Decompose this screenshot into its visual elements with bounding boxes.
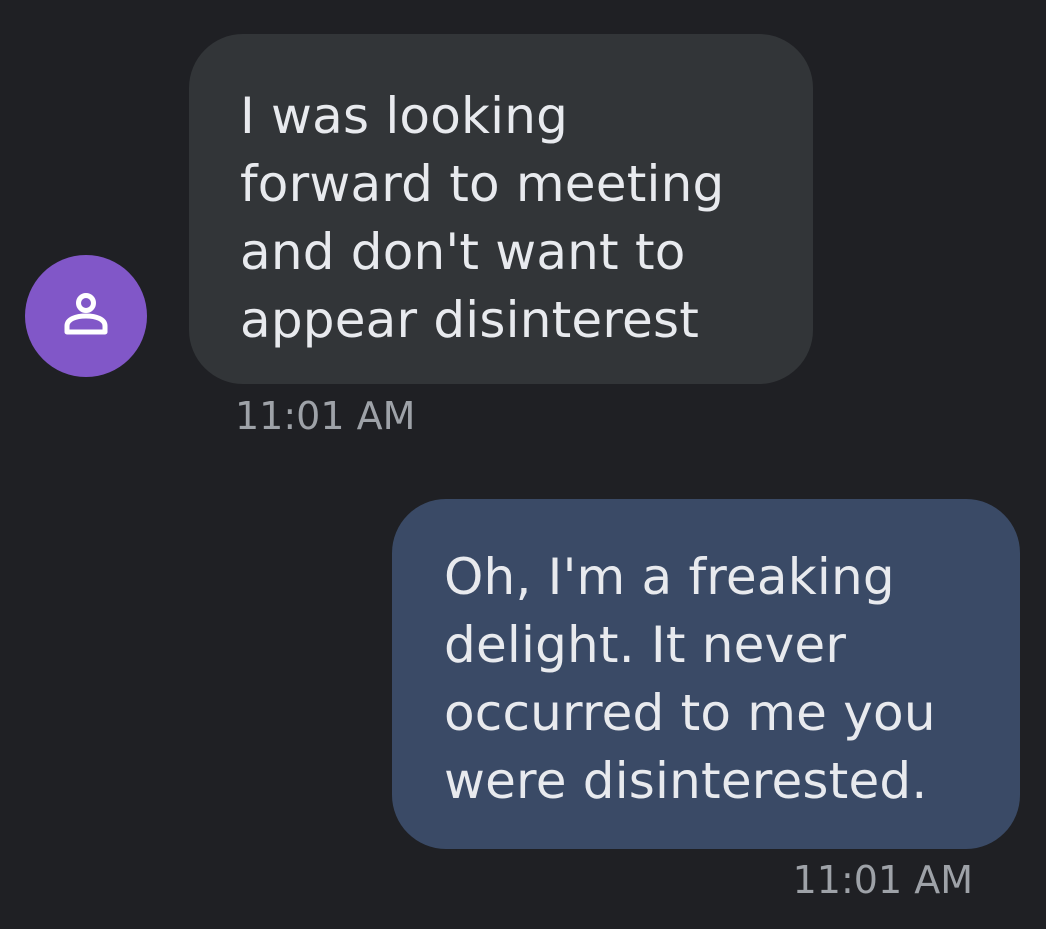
contact-avatar[interactable]: [25, 255, 147, 377]
person-icon: [64, 293, 108, 335]
message-thread[interactable]: I was looking forward to meeting and don…: [0, 0, 1046, 929]
outgoing-message-timestamp: 11:01 AM: [792, 858, 973, 902]
incoming-message-timestamp: 11:01 AM: [235, 394, 416, 438]
outgoing-message-bubble[interactable]: Oh, I'm a freaking delight. It never occ…: [392, 499, 1020, 849]
incoming-message-bubble[interactable]: I was looking forward to meeting and don…: [189, 34, 813, 384]
